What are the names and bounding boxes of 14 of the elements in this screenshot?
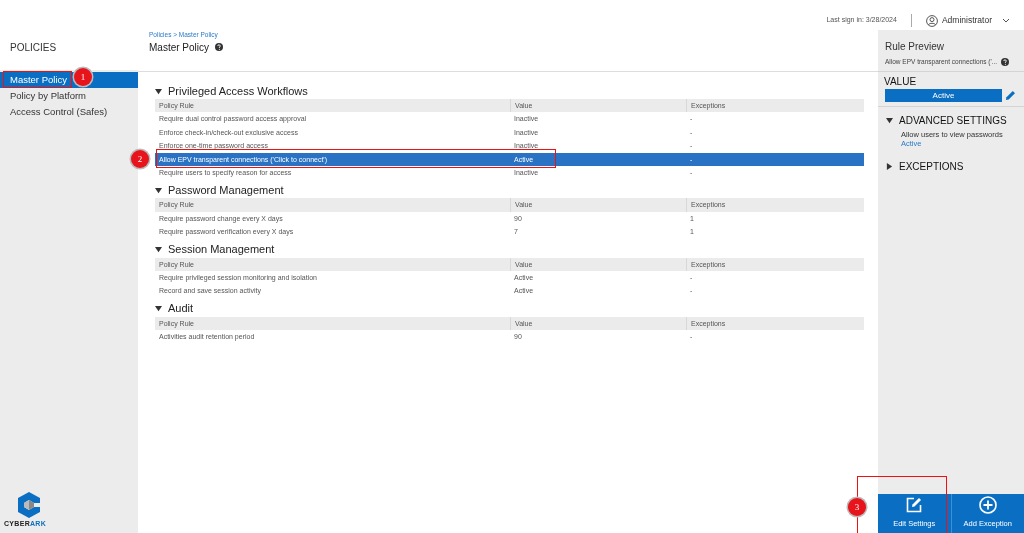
section-title: Audit xyxy=(168,301,194,317)
step-tooltip: 1 xyxy=(74,68,92,86)
sidebar-title: POLICIES xyxy=(10,42,57,53)
value-bar: Active xyxy=(885,89,1002,102)
panel-title: Rule Preview xyxy=(885,40,945,54)
section-title: EXCEPTIONS xyxy=(899,160,964,174)
page-title: Master Policy xyxy=(149,40,209,55)
step-tooltip: 2 xyxy=(131,149,149,168)
value-label: VALUE xyxy=(884,76,917,87)
section-title: Password Management xyxy=(168,183,284,199)
section-title: Privileged Access Workflows xyxy=(168,83,308,99)
step-tooltip: 3 xyxy=(848,498,866,516)
section-title: Session Management xyxy=(168,242,275,258)
section-title: ADVANCED SETTINGS xyxy=(899,114,1007,128)
